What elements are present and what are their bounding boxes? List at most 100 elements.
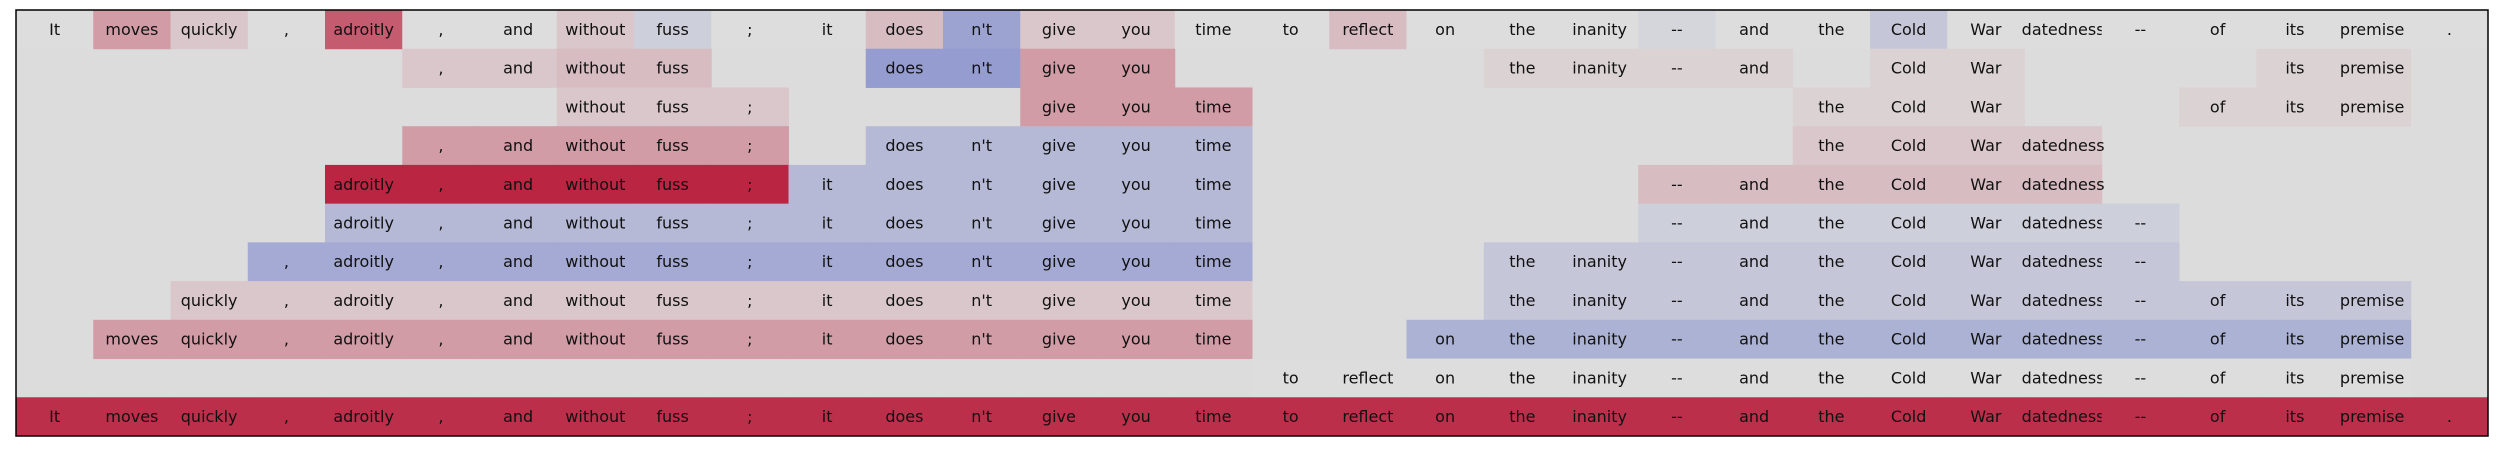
cell-label: does (885, 175, 923, 194)
cell-label: ; (747, 175, 752, 194)
cell-label: War (1970, 407, 2002, 426)
cell-label: its (2285, 20, 2304, 39)
cell-label: and (503, 175, 533, 194)
cell-label: its (2285, 407, 2304, 426)
cell-label: and (1739, 175, 1769, 194)
cell-label: give (1042, 175, 1076, 194)
cell-label: without (565, 59, 625, 78)
cell-label: -- (1671, 59, 1683, 78)
cell-label: you (1121, 330, 1150, 349)
cell-label: the (1818, 20, 1844, 39)
cell-label: inanity (1572, 291, 1627, 310)
cell-label: fuss (656, 330, 688, 349)
cell-label: n't (971, 214, 992, 233)
cell-label: moves (105, 407, 158, 426)
cell-label: n't (971, 20, 992, 39)
cell-label: Cold (1891, 97, 1927, 116)
cell-label: on (1435, 368, 1455, 387)
cell-label: Cold (1891, 330, 1927, 349)
cell-label: adroitly (333, 330, 394, 349)
cell-label: quickly (181, 407, 238, 426)
cell-label: of (2210, 368, 2226, 387)
cell-label: War (1970, 136, 2002, 155)
cell-label: adroitly (333, 214, 394, 233)
cell-label: and (503, 252, 533, 271)
cell-label: it (822, 252, 833, 271)
cell-label: its (2285, 330, 2304, 349)
cell-label: of (2210, 330, 2226, 349)
cell-label: Cold (1891, 214, 1927, 233)
cell-label: ; (747, 407, 752, 426)
heatmap-row: It moves quickly, adroitly, and without fuss; i… (16, 10, 2489, 50)
cell-label: on (1435, 407, 1455, 426)
cell-label: quickly (181, 330, 238, 349)
cell-label: does (885, 407, 923, 426)
cell-label: War (1970, 291, 2002, 310)
cell-label: n't (971, 291, 992, 310)
cell-label: the (1509, 252, 1535, 271)
cell-label: you (1121, 214, 1150, 233)
cell-label: -- (2135, 407, 2147, 426)
cell-label: the (1509, 330, 1535, 349)
heatmap-row: , adroitly, and without fuss; it does n't give yo… (247, 242, 2180, 282)
cell-label: datedness (2022, 330, 2105, 349)
cell-label: n't (971, 252, 992, 271)
cell-label: without (565, 252, 625, 271)
cell-label: fuss (656, 252, 688, 271)
cell-label: premise (2340, 368, 2404, 387)
cell-label: does (885, 136, 923, 155)
heatmap-svg: It moves quickly, adroitly, and without fuss; i… (15, 9, 2489, 437)
cell-label: reflect (1342, 20, 1393, 39)
cell-label: and (503, 330, 533, 349)
cell-label: it (822, 330, 833, 349)
cell-label: , (438, 291, 443, 310)
cell-label: fuss (656, 136, 688, 155)
cell-label: the (1818, 175, 1844, 194)
cell-label: -- (2135, 20, 2147, 39)
cell-label: War (1970, 20, 2002, 39)
cell-label: , (438, 330, 443, 349)
cell-label: moves (105, 20, 158, 39)
cell-label: and (1739, 59, 1769, 78)
cell-label: give (1042, 97, 1076, 116)
cell-label: the (1509, 20, 1535, 39)
cell-label: War (1970, 175, 2002, 194)
cell-label: -- (1671, 20, 1683, 39)
cell-label: its (2285, 368, 2304, 387)
cell-label: , (438, 407, 443, 426)
cell-label: -- (2135, 368, 2147, 387)
cell-label: and (1739, 368, 1769, 387)
cell-label: does (885, 252, 923, 271)
cell-label: , (438, 252, 443, 271)
cell-label: , (438, 175, 443, 194)
cell-label: its (2285, 97, 2304, 116)
cell-label: it (822, 20, 833, 39)
cell-label: the (1818, 368, 1844, 387)
cell-label: adroitly (333, 252, 394, 271)
cell-label: to (1283, 20, 1299, 39)
cell-label: reflect (1342, 368, 1393, 387)
cell-label: premise (2340, 59, 2404, 78)
cell-label: premise (2340, 20, 2404, 39)
cell-label: ; (747, 136, 752, 155)
cell-label: the (1509, 407, 1535, 426)
cell-label: time (1195, 252, 1231, 271)
cell-label: quickly (181, 20, 238, 39)
cell-label: War (1970, 214, 2002, 233)
cell-label: time (1195, 330, 1231, 349)
cell-label: -- (2135, 291, 2147, 310)
cell-label: n't (971, 330, 992, 349)
cell-label: premise (2340, 407, 2404, 426)
cell-label: the (1818, 407, 1844, 426)
cell-label: datedness (2022, 175, 2105, 194)
cell-label: War (1970, 252, 2002, 271)
cell-label: quickly (181, 291, 238, 310)
cell-label: and (503, 59, 533, 78)
cell-label: datedness (2022, 136, 2105, 155)
cell-label: give (1042, 252, 1076, 271)
cell-label: of (2210, 20, 2226, 39)
cell-label: give (1042, 407, 1076, 426)
cell-label: without (565, 97, 625, 116)
cell-label: premise (2340, 291, 2404, 310)
cell-label: and (503, 136, 533, 155)
